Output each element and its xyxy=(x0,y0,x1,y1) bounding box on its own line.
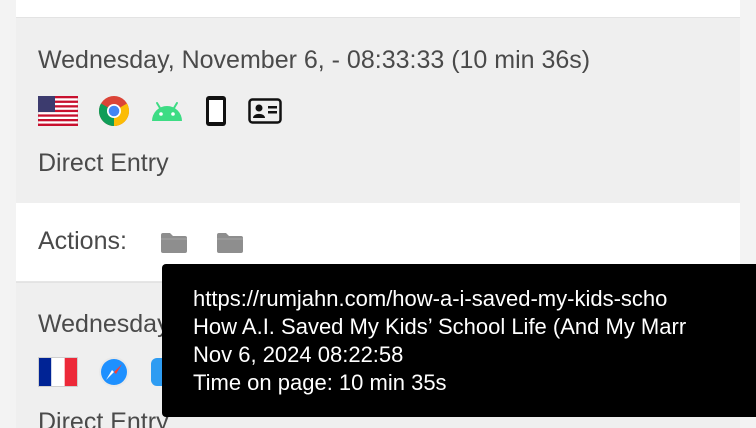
id-card-icon xyxy=(248,98,282,124)
france-flag-icon xyxy=(38,357,78,387)
visit-source: Direct Entry xyxy=(38,408,169,428)
visit-icons xyxy=(38,355,180,389)
previous-row xyxy=(16,0,740,17)
tooltip-page-title: How A.I. Saved My Kids’ School Life (And… xyxy=(193,314,687,339)
smartphone-icon xyxy=(204,95,228,127)
visitor-log-page: Wednesday, November 6, - 08:33:33 (10 mi… xyxy=(0,0,756,428)
chrome-icon xyxy=(98,95,130,127)
actions-label: Actions: xyxy=(38,227,127,255)
visit-datetime: Wednesday xyxy=(38,310,170,338)
visit-datetime: Wednesday, November 6, - 08:33:33 (10 mi… xyxy=(38,46,591,74)
folder-icon[interactable] xyxy=(160,232,188,259)
tooltip-datetime: Nov 6, 2024 08:22:58 xyxy=(193,342,404,367)
android-icon xyxy=(150,100,184,122)
page-tooltip: https://rumjahn.com/how-a-i-saved-my-kid… xyxy=(162,264,756,417)
us-flag-icon xyxy=(38,96,78,126)
tooltip-url: https://rumjahn.com/how-a-i-saved-my-kid… xyxy=(193,286,668,311)
visit-icons xyxy=(38,94,282,128)
visit-card: Wednesday, November 6, - 08:33:33 (10 mi… xyxy=(16,17,740,204)
safari-icon xyxy=(98,356,130,388)
visit-source: Direct Entry xyxy=(38,149,169,177)
tooltip-time-on-page: Time on page: 10 min 35s xyxy=(193,370,447,395)
folder-icon[interactable] xyxy=(216,232,244,259)
